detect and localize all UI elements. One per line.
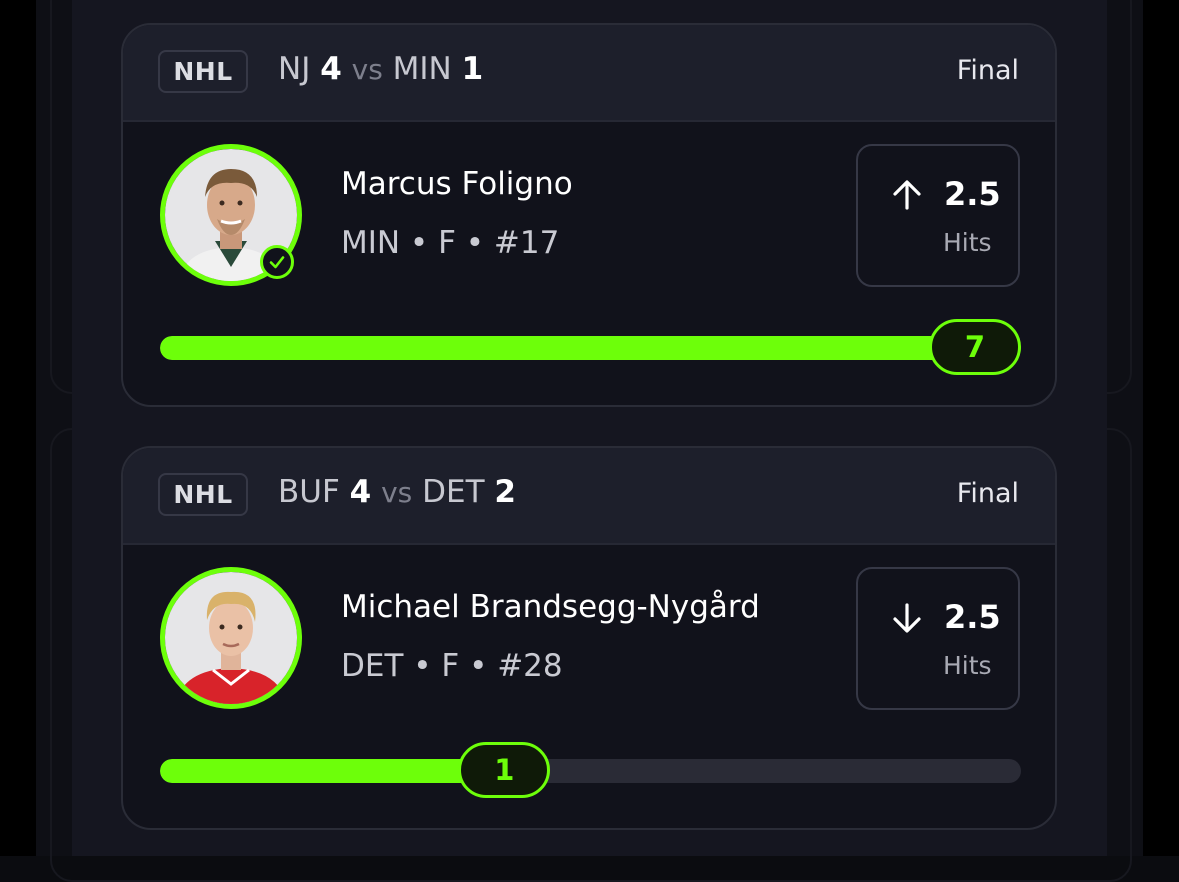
home-team: BUF bbox=[278, 474, 340, 510]
player-name: Marcus Foligno bbox=[341, 166, 573, 202]
game-status: Final bbox=[956, 478, 1019, 509]
line-value: 2.5 bbox=[944, 598, 1001, 636]
check-circle-icon bbox=[260, 245, 294, 279]
prop-line[interactable]: 2.5 Hits bbox=[856, 567, 1020, 710]
prop-card[interactable]: NHL BUF 4 vs DET 2 Final Michael Brandse… bbox=[121, 446, 1057, 830]
line-value: 2.5 bbox=[944, 175, 1001, 213]
left-bezel bbox=[0, 0, 36, 856]
game-header: NHL BUF 4 vs DET 2 Final bbox=[123, 448, 1055, 545]
result-marker: 7 bbox=[929, 319, 1021, 375]
player-avatar bbox=[160, 567, 302, 709]
prop-card[interactable]: NHL NJ 4 vs MIN 1 Final Marcus Foligno M… bbox=[121, 23, 1057, 407]
line-stat: Hits bbox=[943, 651, 992, 680]
game-score: NJ 4 vs MIN 1 bbox=[278, 51, 483, 87]
result-marker: 1 bbox=[458, 742, 551, 798]
progress-fill bbox=[160, 336, 1021, 360]
line-stat: Hits bbox=[943, 228, 992, 257]
away-team: MIN bbox=[392, 51, 452, 87]
game-score: BUF 4 vs DET 2 bbox=[278, 474, 516, 510]
away-score: 2 bbox=[494, 474, 516, 510]
away-team: DET bbox=[422, 474, 485, 510]
player-meta: MIN • F • #17 bbox=[341, 225, 560, 261]
progress-track bbox=[160, 336, 1021, 360]
game-header: NHL NJ 4 vs MIN 1 Final bbox=[123, 25, 1055, 122]
home-team: NJ bbox=[278, 51, 311, 87]
progress-track bbox=[160, 759, 1021, 783]
prop-line[interactable]: 2.5 Hits bbox=[856, 144, 1020, 287]
home-score: 4 bbox=[349, 474, 372, 510]
game-status: Final bbox=[956, 55, 1019, 86]
player-name: Michael Brandsegg-Nygård bbox=[341, 589, 760, 625]
right-bezel bbox=[1143, 0, 1179, 856]
arrow-up-icon bbox=[893, 180, 921, 210]
home-score: 4 bbox=[320, 51, 342, 87]
arrow-down-icon bbox=[893, 603, 921, 633]
league-badge: NHL bbox=[158, 473, 248, 516]
away-score: 1 bbox=[461, 51, 484, 87]
league-badge: NHL bbox=[158, 50, 248, 93]
progress-fill bbox=[160, 759, 505, 783]
vs-label: vs bbox=[381, 476, 413, 509]
player-meta: DET • F • #28 bbox=[341, 648, 563, 684]
vs-label: vs bbox=[351, 53, 383, 86]
